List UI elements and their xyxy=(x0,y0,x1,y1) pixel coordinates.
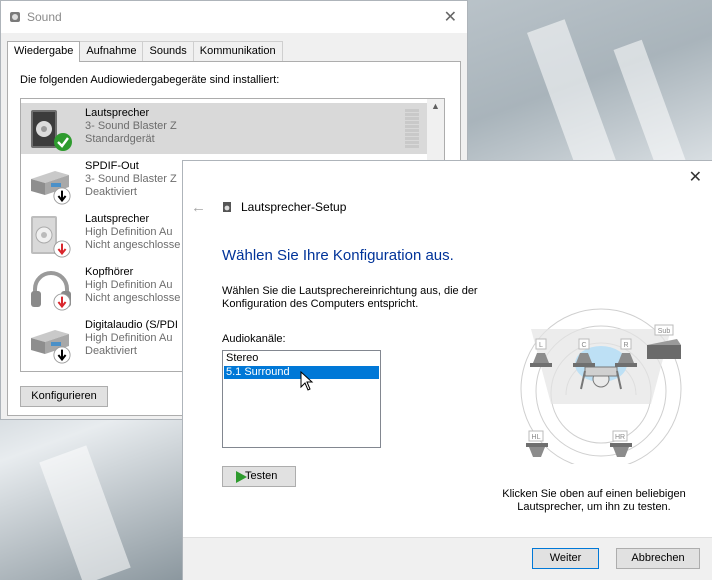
default-check-icon xyxy=(54,133,72,151)
tab-sounds[interactable]: Sounds xyxy=(142,41,194,61)
device-status: Deaktiviert xyxy=(85,186,137,198)
back-arrow-button[interactable]: ← xyxy=(191,199,206,216)
device-name: Kopfhörer xyxy=(85,266,134,278)
setup-window-title: Lautsprecher-Setup xyxy=(241,200,347,214)
speaker-label-r: R xyxy=(623,342,628,349)
device-name: Digitalaudio (S/PDI xyxy=(85,319,178,331)
sound-close-button[interactable]: ✕ xyxy=(444,7,457,27)
setup-close-button[interactable]: ✕ xyxy=(689,167,702,187)
setup-heading: Wählen Sie Ihre Konfiguration aus. xyxy=(222,247,454,264)
speaker-setup-dialog: ✕ ← Lautsprecher-Setup Wählen Sie Ihre K… xyxy=(182,160,712,580)
speaker-label-l: L xyxy=(539,342,543,349)
speaker-test-hint: Klicken Sie oben auf einen beliebigen La… xyxy=(502,488,686,513)
disabled-arrow-icon xyxy=(53,346,71,364)
tab-aufnahme[interactable]: Aufnahme xyxy=(79,41,144,61)
sound-tabs: Wiedergabe Aufnahme Sounds Kommunikation xyxy=(7,41,283,62)
device-description: 3- Sound Blaster Z xyxy=(85,120,177,132)
speaker-label-sub: Sub xyxy=(658,328,671,335)
wallpaper-streak xyxy=(39,445,131,580)
sound-app-icon xyxy=(10,12,20,22)
speaker-layout-diagram: L C R Sub HL HR xyxy=(520,308,682,464)
device-status: Standardgerät xyxy=(85,133,155,145)
volume-meter xyxy=(405,109,419,149)
audio-channels-list[interactable]: Stereo 5.1 Surround xyxy=(222,350,381,448)
playback-intro-text: Die folgenden Audiowiedergabegeräte sind… xyxy=(20,74,280,86)
play-icon xyxy=(236,471,247,483)
device-status: Deaktiviert xyxy=(85,345,137,357)
speaker-rear-left-icon[interactable]: HL xyxy=(526,430,548,457)
device-name: Lautsprecher xyxy=(85,107,150,119)
device-description: High Definition Au xyxy=(85,279,173,291)
disabled-arrow-icon xyxy=(53,187,71,205)
setup-instruction: Wählen Sie die Lautsprechereinrichtung a… xyxy=(222,285,478,310)
audio-channels-label: Audiokanäle: xyxy=(222,333,286,345)
unplugged-arrow-icon xyxy=(53,240,71,258)
unplugged-arrow-icon xyxy=(53,293,71,311)
speaker-setup-icon xyxy=(223,202,231,212)
mouse-cursor-icon xyxy=(300,371,314,391)
device-description: High Definition Au xyxy=(85,332,173,344)
speaker-label-hl: HL xyxy=(532,434,541,441)
configure-button[interactable]: Konfigurieren xyxy=(20,386,108,407)
tab-kommunikation[interactable]: Kommunikation xyxy=(192,41,283,61)
setup-footer: Weiter Abbrechen xyxy=(183,537,712,580)
sound-titlebar[interactable]: Sound ✕ xyxy=(1,1,467,33)
device-item-lautsprecher-default[interactable]: Lautsprecher 3- Sound Blaster Z Standard… xyxy=(21,103,428,154)
test-button[interactable]: Testen xyxy=(222,466,296,487)
speaker-label-c: C xyxy=(581,342,586,349)
speaker-label-hr: HR xyxy=(615,434,625,441)
device-status: Nicht angeschlosse xyxy=(85,292,181,304)
next-button[interactable]: Weiter xyxy=(532,548,599,569)
device-description: 3- Sound Blaster Z xyxy=(85,173,177,185)
device-name: Lautsprecher xyxy=(85,213,150,225)
device-description: High Definition Au xyxy=(85,226,173,238)
test-button-label: Testen xyxy=(245,470,278,482)
scroll-up-arrow-icon[interactable]: ▲ xyxy=(431,101,440,111)
tab-wiedergabe[interactable]: Wiedergabe xyxy=(7,41,81,62)
sound-window-title: Sound xyxy=(27,10,62,24)
cancel-button[interactable]: Abbrechen xyxy=(616,548,700,569)
channel-option-stereo[interactable]: Stereo xyxy=(224,352,379,365)
device-status: Nicht angeschlosse xyxy=(85,239,181,251)
device-name: SPDIF-Out xyxy=(85,160,139,172)
